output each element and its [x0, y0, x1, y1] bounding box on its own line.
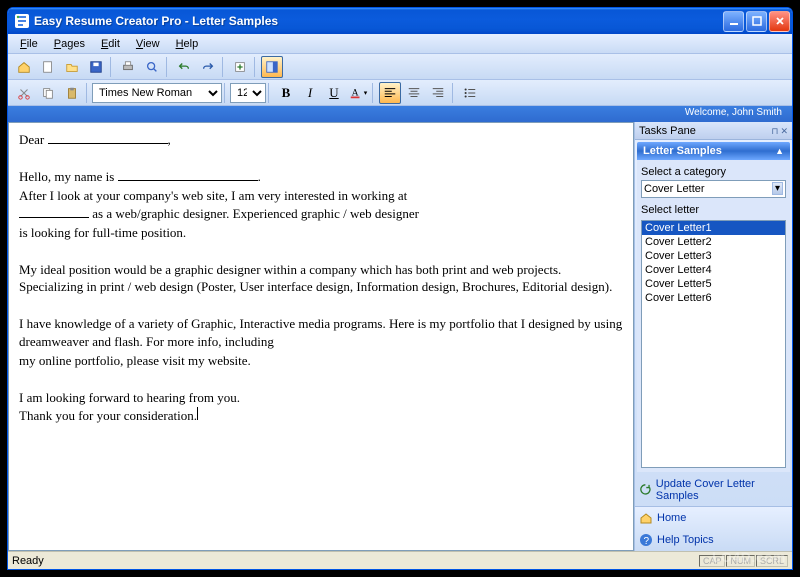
- text-cursor: [197, 407, 198, 420]
- preview-button[interactable]: [141, 56, 163, 78]
- caps-indicator: CAP: [699, 555, 726, 567]
- update-link[interactable]: Update Cover Letter Samples: [635, 474, 792, 506]
- welcome-bar: Welcome, John Smith: [8, 106, 792, 122]
- print-button[interactable]: [117, 56, 139, 78]
- menu-edit[interactable]: Edit: [93, 36, 128, 52]
- collapse-icon: ▲: [775, 146, 784, 156]
- blank-recipient: [48, 132, 168, 144]
- tasks-pane-header: Tasks Pane ⊓✕: [635, 122, 792, 140]
- welcome-text: Welcome, John Smith: [685, 107, 782, 118]
- open-button[interactable]: [61, 56, 83, 78]
- tasks-pane: Tasks Pane ⊓✕ Letter Samples ▲ Select a …: [634, 122, 792, 551]
- font-size-select[interactable]: 12: [230, 83, 266, 103]
- refresh-icon: [639, 483, 652, 497]
- blank-company: [19, 206, 89, 218]
- bold-button[interactable]: B: [275, 82, 297, 104]
- separator: [268, 83, 272, 103]
- align-left-button[interactable]: [379, 82, 401, 104]
- help-icon: ?: [639, 533, 653, 547]
- paste-button[interactable]: [61, 82, 83, 104]
- separator: [372, 83, 376, 103]
- home-icon: [639, 511, 653, 525]
- separator: [86, 83, 90, 103]
- tasks-pane-toggle[interactable]: [261, 56, 283, 78]
- pin-icon[interactable]: ⊓: [771, 126, 778, 136]
- tasks-close-icon[interactable]: ✕: [780, 126, 788, 136]
- status-text: Ready: [12, 555, 698, 567]
- list-item[interactable]: Cover Letter2: [642, 235, 785, 249]
- menu-pages[interactable]: Pages: [46, 36, 93, 52]
- list-item[interactable]: Cover Letter5: [642, 277, 785, 291]
- list-item[interactable]: Cover Letter3: [642, 249, 785, 263]
- content-area: Dear , Hello, my name is . After I look …: [8, 122, 792, 551]
- toolbar-format: Times New Roman 12 B I U A▾: [8, 80, 792, 106]
- separator: [452, 83, 456, 103]
- letter-label: Select letter: [641, 204, 786, 216]
- help-topics-link[interactable]: ? Help Topics: [635, 529, 792, 551]
- letter-listbox[interactable]: Cover Letter1 Cover Letter2 Cover Letter…: [641, 220, 786, 468]
- app-icon: [14, 13, 30, 29]
- separator: [222, 57, 226, 77]
- list-item[interactable]: Cover Letter4: [642, 263, 785, 277]
- close-button[interactable]: [769, 11, 790, 32]
- svg-text:?: ?: [644, 536, 650, 547]
- panel-body: Select a category Cover Letter Select le…: [637, 160, 790, 472]
- app-window: Easy Resume Creator Pro - Letter Samples…: [7, 7, 793, 570]
- underline-button[interactable]: U: [323, 82, 345, 104]
- maximize-button[interactable]: [746, 11, 767, 32]
- font-family-select[interactable]: Times New Roman: [92, 83, 222, 103]
- menu-view[interactable]: View: [128, 36, 168, 52]
- titlebar: Easy Resume Creator Pro - Letter Samples: [8, 8, 792, 34]
- category-select[interactable]: Cover Letter: [641, 180, 786, 198]
- redo-button[interactable]: [197, 56, 219, 78]
- bullets-button[interactable]: [459, 82, 481, 104]
- category-label: Select a category: [641, 166, 786, 178]
- scrl-indicator: SCRL: [756, 555, 788, 567]
- list-item[interactable]: Cover Letter6: [642, 291, 785, 305]
- blank-name: [118, 169, 258, 181]
- new-button[interactable]: [37, 56, 59, 78]
- align-center-button[interactable]: [403, 82, 425, 104]
- tasks-pane-label: Tasks Pane: [639, 125, 696, 137]
- menubar: File Pages Edit View Help: [8, 34, 792, 54]
- minimize-button[interactable]: [723, 11, 744, 32]
- toolbar-main: [8, 54, 792, 80]
- panel-title-text: Letter Samples: [643, 145, 722, 157]
- separator: [224, 83, 228, 103]
- window-title: Easy Resume Creator Pro - Letter Samples: [34, 14, 721, 28]
- sidebar-footer: Home ? Help Topics: [635, 506, 792, 551]
- italic-button[interactable]: I: [299, 82, 321, 104]
- home-button[interactable]: [13, 56, 35, 78]
- separator: [254, 57, 258, 77]
- undo-button[interactable]: [173, 56, 195, 78]
- num-indicator: NUM: [726, 555, 755, 567]
- save-button[interactable]: [85, 56, 107, 78]
- font-color-button[interactable]: A▾: [347, 82, 369, 104]
- separator: [166, 57, 170, 77]
- panel-header[interactable]: Letter Samples ▲: [637, 142, 790, 160]
- align-right-button[interactable]: [427, 82, 449, 104]
- statusbar: Ready CAP NUM SCRL: [8, 551, 792, 569]
- home-link[interactable]: Home: [635, 507, 792, 529]
- document-editor[interactable]: Dear , Hello, my name is . After I look …: [8, 122, 634, 551]
- menu-help[interactable]: Help: [168, 36, 207, 52]
- list-item[interactable]: Cover Letter1: [642, 221, 785, 235]
- separator: [110, 57, 114, 77]
- copy-button[interactable]: [37, 82, 59, 104]
- cut-button[interactable]: [13, 82, 35, 104]
- menu-file[interactable]: File: [12, 36, 46, 52]
- export-button[interactable]: [229, 56, 251, 78]
